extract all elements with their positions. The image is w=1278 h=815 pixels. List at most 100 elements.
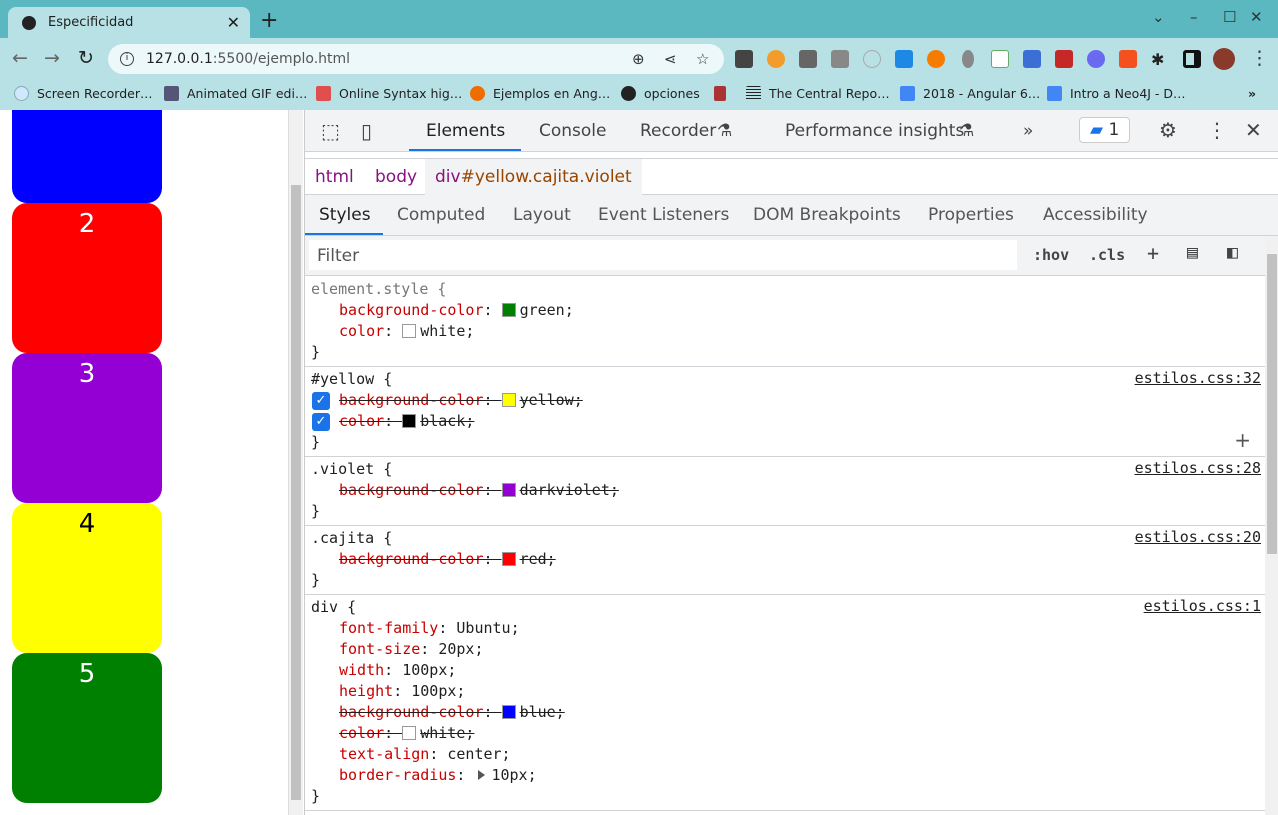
extensions-puzzle-icon[interactable]: ✱ [1151,50,1169,69]
property-name[interactable]: text-align [339,745,429,763]
reload-icon[interactable]: ↻ [78,47,94,69]
flow-extension-icon[interactable] [735,50,753,68]
property-value[interactable]: 100px; [411,682,465,700]
bookmark[interactable]: Animated GIF edi… [164,86,307,101]
property-value[interactable]: 100px; [402,661,456,679]
property-value[interactable]: darkviolet; [520,481,619,499]
bookmark[interactable] [714,86,734,101]
rule-source-link[interactable]: estilos.css:32 [1135,369,1261,387]
rule-selector[interactable]: #yellow { [311,370,392,388]
extension-icon[interactable] [799,50,817,68]
property-name[interactable]: border-radius [339,766,456,784]
tab-recorder[interactable]: Recorder [640,121,716,141]
maximize-button[interactable]: ☐ [1223,8,1236,26]
inspect-element-icon[interactable]: ⬚ [321,119,340,143]
zoom-icon[interactable]: ⊕ [632,50,645,68]
bookmark[interactable]: 2018 - Angular 6… [900,86,1040,101]
rule-selector[interactable]: div { [311,598,356,616]
side-panel-icon[interactable] [1183,50,1201,68]
css-declaration[interactable]: background-color: green; [311,300,1265,321]
avatar[interactable] [1213,48,1235,70]
property-name[interactable]: background-color [339,550,484,568]
property-value[interactable]: 20px; [438,640,483,658]
property-value[interactable]: blue; [520,703,565,721]
bookmark-star-icon[interactable]: ☆ [696,50,709,68]
subtab-event-listeners[interactable]: Event Listeners [598,205,729,225]
property-name[interactable]: font-size [339,640,420,658]
rule-selector[interactable]: .violet { [311,460,392,478]
paint-brush-icon[interactable]: ▤ [1187,242,1198,263]
breadcrumb-body[interactable]: body [375,167,417,187]
property-name[interactable]: color [339,412,384,430]
more-options-icon[interactable]: ⋮ [1207,118,1227,142]
property-value[interactable]: red; [520,550,556,568]
css-declaration[interactable]: background-color: red; [311,549,1265,570]
color-swatch[interactable] [402,414,417,428]
new-tab-button[interactable]: + [260,8,278,33]
browser-tab[interactable]: Especificidad ✕ [8,7,250,38]
toggle-sidebar-icon[interactable]: ◧ [1227,242,1238,263]
property-checkbox[interactable]: ✓ [312,392,330,410]
cls-button[interactable]: .cls [1089,246,1125,264]
property-value[interactable]: yellow; [520,391,583,409]
subtab-computed[interactable]: Computed [397,205,485,225]
tab-elements[interactable]: Elements [426,121,505,141]
subtab-dom-breakpoints[interactable]: DOM Breakpoints [753,205,901,225]
bookmark[interactable]: The Central Repo… [746,86,890,101]
property-name[interactable]: width [339,661,384,679]
add-declaration-icon[interactable]: + [1234,428,1251,452]
extension-icon[interactable] [895,50,913,68]
scrollbar-thumb[interactable] [1267,254,1277,554]
more-bookmarks-icon[interactable]: » [1248,86,1256,101]
color-swatch[interactable] [501,303,516,317]
breadcrumb-html[interactable]: html [315,167,354,187]
color-swatch[interactable] [402,726,417,740]
rule-selector[interactable]: .cajita { [311,529,392,547]
styles-scrollbar[interactable] [1265,236,1278,815]
tab-performance-insights[interactable]: Performance insights [785,121,964,141]
css-declaration[interactable]: ✓ background-color: yellow; [311,390,1265,411]
property-name[interactable]: color [339,322,384,340]
extension-icon[interactable] [767,50,785,68]
close-devtools-icon[interactable]: ✕ [1245,118,1262,142]
css-declaration[interactable]: font-family: Ubuntu; [311,618,1265,639]
property-name[interactable]: background-color [339,301,484,319]
css-declaration[interactable]: width: 100px; [311,660,1265,681]
extension-icon[interactable] [991,50,1009,68]
color-swatch[interactable] [501,705,516,719]
property-value[interactable]: Ubuntu; [456,619,519,637]
subtab-layout[interactable]: Layout [513,205,571,225]
extension-icon[interactable] [1087,50,1105,68]
property-name[interactable]: background-color [339,391,484,409]
extension-icon[interactable] [863,50,881,68]
property-name[interactable]: font-family [339,619,438,637]
rule-source-link[interactable]: estilos.css:28 [1135,459,1261,477]
page-scrollbar[interactable] [288,110,303,815]
tab-search-icon[interactable]: ⌄ [1152,8,1165,26]
minimize-button[interactable]: – [1190,8,1198,26]
css-declaration[interactable]: text-align: center; [311,744,1265,765]
extension-icon[interactable] [1023,50,1041,68]
menu-icon[interactable]: ⋮ [1250,47,1269,69]
property-value[interactable]: white; [420,724,474,742]
css-declaration[interactable]: font-size: 20px; [311,639,1265,660]
bookmark[interactable]: Online Syntax hig… [316,86,462,101]
bookmark[interactable]: Intro a Neo4J - D… [1047,86,1186,101]
filter-input[interactable]: Filter [309,240,1017,270]
subtab-styles[interactable]: Styles [319,205,371,225]
subtab-accessibility[interactable]: Accessibility [1043,205,1148,225]
css-declaration[interactable]: color: white; [311,321,1265,342]
property-checkbox[interactable]: ✓ [312,413,330,431]
color-swatch[interactable] [501,393,516,407]
settings-gear-icon[interactable]: ⚙ [1159,118,1177,142]
css-declaration[interactable]: color: white; [311,723,1265,744]
extension-icon[interactable] [927,50,945,68]
more-tabs-icon[interactable]: » [1023,121,1033,141]
subtab-properties[interactable]: Properties [928,205,1014,225]
css-declaration[interactable]: height: 100px; [311,681,1265,702]
css-declaration[interactable]: ✓ color: black; [311,411,1265,432]
rule-source-link[interactable]: estilos.css:1 [1144,597,1261,615]
css-declaration[interactable]: background-color: blue; [311,702,1265,723]
property-value[interactable]: black; [420,412,474,430]
css-declaration[interactable]: border-radius: 10px; [311,765,1265,786]
